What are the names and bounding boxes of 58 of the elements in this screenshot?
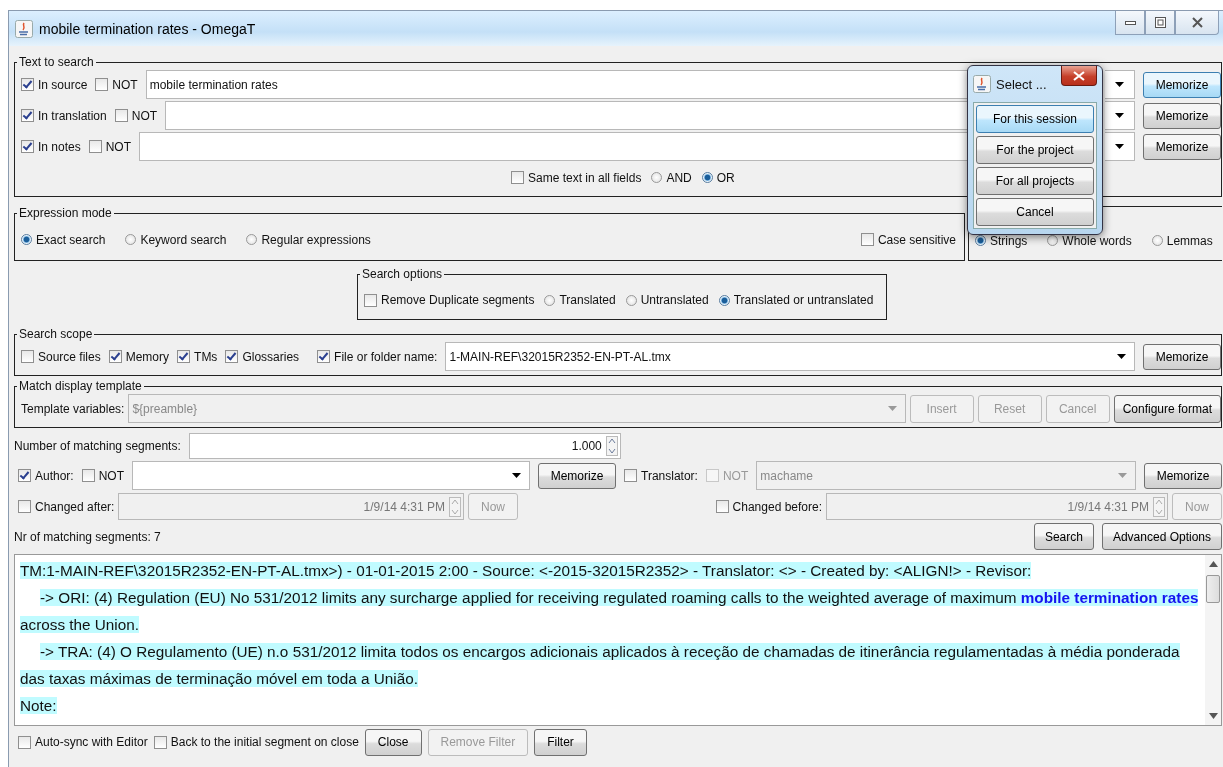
button[interactable]: For the project [976, 136, 1094, 164]
checkbox-label: NOT [98, 468, 125, 483]
checkbox-label: Remove Duplicate segments [381, 293, 535, 307]
button[interactable]: Advanced Options [1101, 523, 1222, 550]
radio-label: Translated or untranslated [733, 293, 874, 307]
checkbox-label: Glossaries [242, 349, 300, 364]
checkbox-label: Changed after: [35, 499, 115, 514]
checkbox-label: Translator: [641, 468, 698, 483]
checkbox-label: NOT [131, 108, 158, 123]
button[interactable]: Memorize [538, 462, 617, 489]
dialog-title: Select ... [996, 76, 1047, 92]
checkbox-label: NOT [112, 77, 138, 92]
button[interactable]: For all projects [976, 167, 1094, 195]
group-title: Match display template [18, 379, 143, 393]
group-title: Search options [361, 267, 444, 281]
radio-label: AND [666, 170, 692, 185]
radio-label: Keyword search [140, 232, 227, 247]
radio-label: Regular expressions [261, 232, 371, 247]
checkbox-label: Case sensitive [877, 232, 956, 247]
field-label: Number of matching segments: [14, 438, 181, 453]
spinner-field[interactable]: 1.000 [188, 432, 621, 459]
group-title: Search scope [18, 327, 94, 341]
field-label: Template variables: [21, 401, 125, 416]
checkbox-label: In source [38, 77, 88, 92]
checkbox-label: TMs [194, 349, 218, 364]
checkbox-label: Source files [38, 349, 101, 364]
radio-label: Strings [990, 233, 1028, 248]
checkbox-label: Back to the initial segment on close [170, 735, 359, 749]
group-title: Text to search [18, 55, 95, 69]
checkbox-label: Same text in all fields [528, 170, 642, 185]
checkbox-label: Auto-sync with Editor [35, 735, 148, 749]
window-title: mobile termination rates - OmegaT [39, 20, 256, 37]
combo-box[interactable]: 1-MAIN-REF\32015R2352-EN-PT-AL.tmx [445, 342, 1135, 371]
button[interactable]: Search [1033, 523, 1094, 550]
radio-label: Untranslated [640, 293, 709, 307]
checkbox-label: Changed before: [732, 499, 822, 514]
button[interactable]: Memorize [1143, 102, 1221, 129]
radio-label: Exact search [36, 232, 106, 247]
button[interactable]: Filter [534, 728, 587, 756]
button[interactable]: Cancel [976, 198, 1094, 226]
radio-label: OR [716, 170, 735, 185]
checkbox-label: File or folder name: [334, 349, 438, 364]
radio-label: Whole words [1062, 233, 1132, 248]
checkbox-label: In translation [38, 108, 107, 123]
button[interactable]: Memorize [1143, 133, 1221, 160]
button[interactable]: Memorize [1143, 343, 1221, 370]
radio-label: Lemmas [1166, 233, 1213, 248]
checkbox-label: In notes [38, 139, 81, 154]
checkbox-label: Author: [35, 468, 74, 483]
checkbox-label: NOT [722, 468, 749, 483]
checkbox-label: NOT [105, 139, 132, 154]
button[interactable]: Close [364, 728, 422, 756]
checkbox-label: Memory [125, 349, 170, 364]
radio-label: Translated [559, 293, 616, 307]
result-count: Nr of matching segments: 7 [14, 529, 161, 544]
button[interactable]: Memorize [1143, 71, 1221, 98]
group-title: Expression mode [18, 206, 113, 220]
button[interactable]: For this session [976, 105, 1094, 133]
